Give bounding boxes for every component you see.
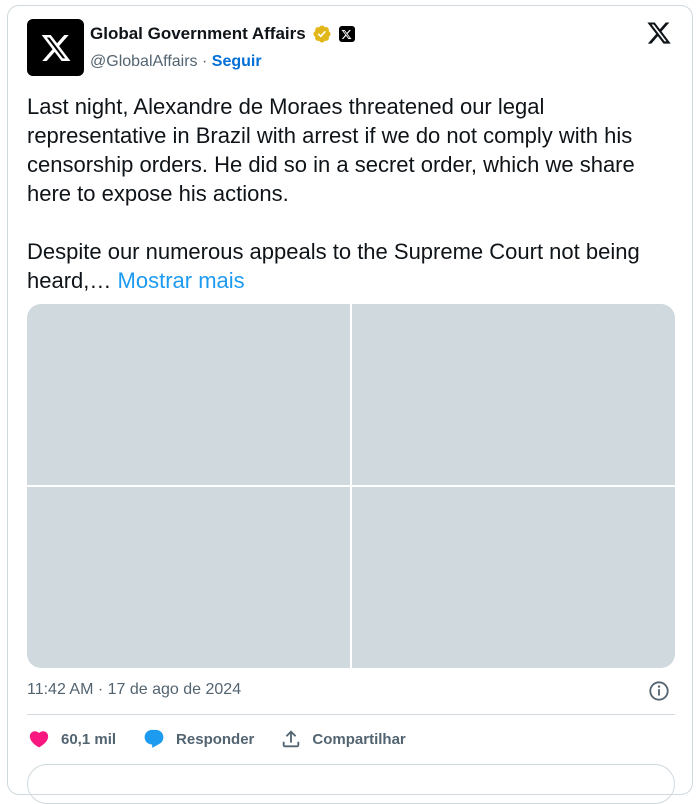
author-name[interactable]: Global Government Affairs [90,24,306,44]
x-logo-icon[interactable] [645,20,673,51]
tweet-paragraph-1: Last night, Alexandre de Moraes threaten… [27,94,635,206]
like-count: 60,1 mil [61,730,117,748]
media-image[interactable] [27,304,350,485]
tweet-timestamp[interactable]: 11:42 AM · 17 de ago de 2024 [27,681,241,699]
avatar[interactable] [27,19,84,76]
media-grid [27,304,675,668]
divider [27,714,675,715]
info-icon[interactable] [648,680,670,707]
follow-link[interactable]: Seguir [212,53,262,70]
show-more-link[interactable]: Mostrar mais [118,268,245,293]
media-image[interactable] [27,487,350,668]
verified-badge-icon [312,24,332,44]
author-handle-row: @GlobalAffairs · Seguir [90,53,262,71]
tweet-actions: 60,1 mil Responder Compartilhar [27,728,432,750]
reply-button[interactable]: Responder [142,728,254,750]
author-handle[interactable]: @GlobalAffairs [90,53,198,70]
media-image[interactable] [352,487,675,668]
x-logo-icon [41,34,70,61]
share-icon [283,730,300,748]
reply-bubble-icon [144,729,164,748]
like-button[interactable]: 60,1 mil [27,728,116,750]
heart-icon [29,731,49,748]
share-button[interactable]: Compartilhar [280,728,406,750]
separator: · [202,53,208,70]
media-image[interactable] [352,304,675,485]
read-replies-button[interactable] [27,764,675,804]
share-label: Compartilhar [312,730,406,748]
x-affiliate-icon [338,26,355,42]
author-name-row: Global Government Affairs [90,24,355,44]
reply-label: Responder [176,730,255,748]
tweet-text: Last night, Alexandre de Moraes threaten… [27,92,667,295]
embedded-tweet-card: Global Government Affairs @GlobalAffairs… [7,5,693,804]
